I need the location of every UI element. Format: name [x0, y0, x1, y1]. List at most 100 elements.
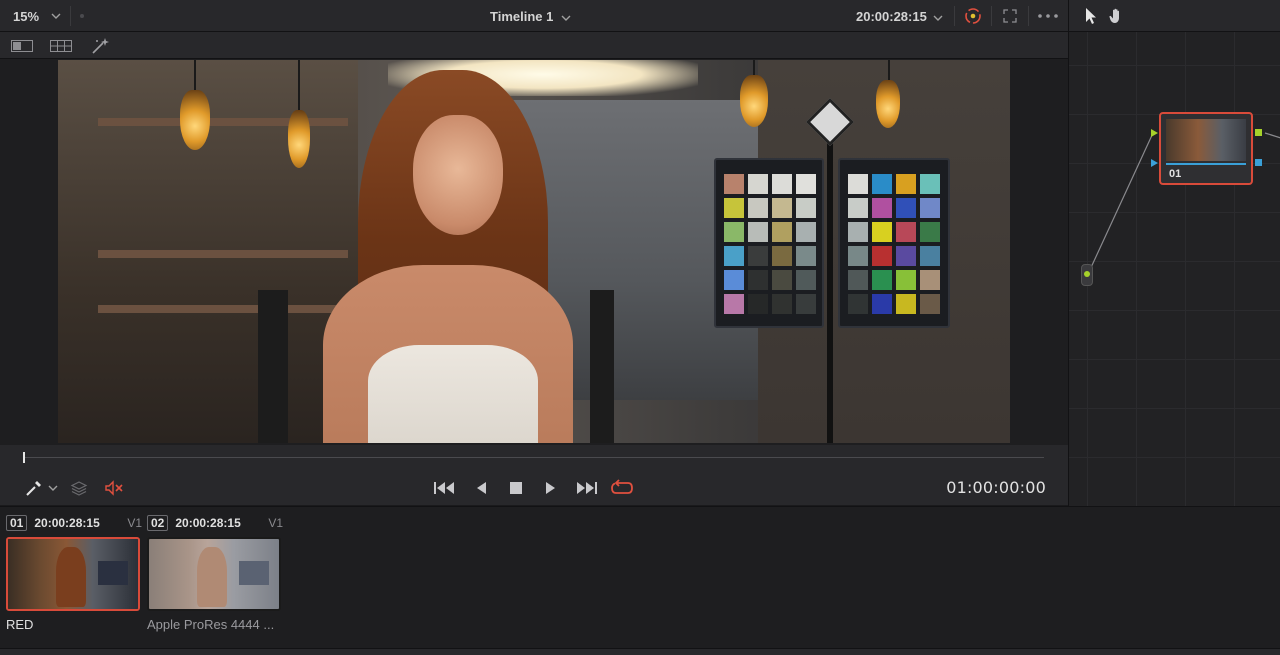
- clip-thumbnail[interactable]: [6, 537, 140, 611]
- more-icon[interactable]: [1030, 0, 1066, 32]
- cord: [298, 60, 300, 110]
- eyedropper-icon[interactable]: [24, 477, 44, 499]
- swatch: [848, 294, 868, 314]
- layers-icon[interactable]: [68, 477, 90, 499]
- swatch: [772, 174, 792, 194]
- jump-end-icon[interactable]: [574, 477, 598, 499]
- node-01[interactable]: 01: [1159, 112, 1253, 185]
- swatch: [772, 270, 792, 290]
- swatch: [748, 222, 768, 242]
- play-icon[interactable]: [542, 477, 560, 499]
- swatch: [772, 222, 792, 242]
- swatch: [896, 222, 916, 242]
- swatch: [724, 270, 744, 290]
- clip-track: V1: [127, 516, 142, 530]
- swatch: [796, 294, 816, 314]
- jump-start-icon[interactable]: [433, 477, 457, 499]
- subject-top: [368, 345, 538, 443]
- subject-face: [413, 115, 503, 235]
- swatch: [796, 246, 816, 266]
- swatch: [896, 174, 916, 194]
- stop-icon[interactable]: [506, 477, 526, 499]
- swatch: [724, 198, 744, 218]
- swatch: [748, 294, 768, 314]
- swatch: [724, 294, 744, 314]
- bulb: [876, 80, 900, 128]
- shelf: [98, 118, 348, 126]
- fullscreen-icon[interactable]: [992, 0, 1028, 32]
- frame-preview: [58, 60, 1010, 443]
- viewer-header: 15% Timeline 1 20:00:28:15: [0, 0, 1068, 32]
- clip-header: 01 20:00:28:15 V1: [6, 513, 142, 533]
- bottom-bar: [0, 648, 1280, 655]
- chevron-down-icon[interactable]: [47, 477, 59, 499]
- bulb: [288, 110, 310, 168]
- loop-icon[interactable]: [609, 477, 635, 499]
- node-input-green[interactable]: [1151, 129, 1158, 137]
- swatch: [748, 198, 768, 218]
- color-wheel-icon[interactable]: [955, 0, 991, 32]
- split-view-icon[interactable]: [9, 36, 35, 56]
- swatch: [848, 270, 868, 290]
- node-thumbnail: [1166, 119, 1246, 161]
- indicator-dot: [80, 14, 84, 18]
- node-editor[interactable]: 01: [1068, 0, 1280, 506]
- viewer-toolbar: [0, 32, 1068, 59]
- swatch: [920, 222, 940, 242]
- shelf: [98, 305, 348, 313]
- clip-header: 02 20:00:28:15 V1: [147, 513, 283, 533]
- timeline-selector[interactable]: Timeline 1: [490, 0, 571, 32]
- clip-thumbnail[interactable]: [147, 537, 281, 611]
- swatch: [772, 294, 792, 314]
- swatch: [796, 270, 816, 290]
- swatch: [772, 246, 792, 266]
- clip-number: 02: [147, 515, 169, 531]
- gallery-view-icon[interactable]: [48, 36, 74, 56]
- swatch: [920, 174, 940, 194]
- scrubber-track[interactable]: [24, 457, 1044, 458]
- chevron-down-icon: [933, 9, 943, 24]
- zoom-dropdown[interactable]: 15%: [0, 0, 70, 32]
- swatch: [724, 222, 744, 242]
- node-input-blue[interactable]: [1151, 159, 1158, 167]
- clip-number: 01: [6, 515, 28, 531]
- zoom-value: 15%: [13, 8, 40, 24]
- divider: [70, 6, 71, 26]
- bulb: [740, 75, 768, 127]
- magic-wand-icon[interactable]: [87, 36, 113, 56]
- play-reverse-icon[interactable]: [472, 477, 490, 499]
- source-node-input[interactable]: [1081, 264, 1093, 286]
- node-connections: [1087, 132, 1280, 275]
- swatch: [920, 294, 940, 314]
- mute-icon[interactable]: [103, 477, 125, 499]
- swatch: [872, 270, 892, 290]
- swatch: [848, 246, 868, 266]
- clip-item[interactable]: 01 20:00:28:15 V1 RED: [6, 513, 142, 632]
- chair-post: [258, 290, 288, 443]
- cord: [194, 60, 196, 90]
- swatch: [872, 246, 892, 266]
- playhead[interactable]: [23, 452, 25, 463]
- swatch: [796, 198, 816, 218]
- color-chart-right: [838, 158, 950, 328]
- clip-item[interactable]: 02 20:00:28:15 V1 Apple ProRes 4444 ...: [147, 513, 283, 632]
- swatch: [896, 246, 916, 266]
- shelf: [98, 250, 348, 258]
- clip-strip: 01 20:00:28:15 V1 RED 02 20:00:28:15 V1 …: [0, 506, 1280, 655]
- swatch: [772, 198, 792, 218]
- node-output-green[interactable]: [1255, 129, 1262, 136]
- swatch: [796, 222, 816, 242]
- swatch: [796, 174, 816, 194]
- swatch: [872, 198, 892, 218]
- swatch: [872, 222, 892, 242]
- cord: [888, 60, 890, 80]
- timecode-dropdown[interactable]: 20:00:28:15: [856, 0, 943, 32]
- chair-post: [590, 290, 614, 443]
- swatch: [872, 174, 892, 194]
- swatch: [920, 198, 940, 218]
- node-label: 01: [1169, 168, 1182, 180]
- swatch: [896, 294, 916, 314]
- swatch: [920, 270, 940, 290]
- divider: [1028, 6, 1029, 26]
- node-output-blue[interactable]: [1255, 159, 1262, 166]
